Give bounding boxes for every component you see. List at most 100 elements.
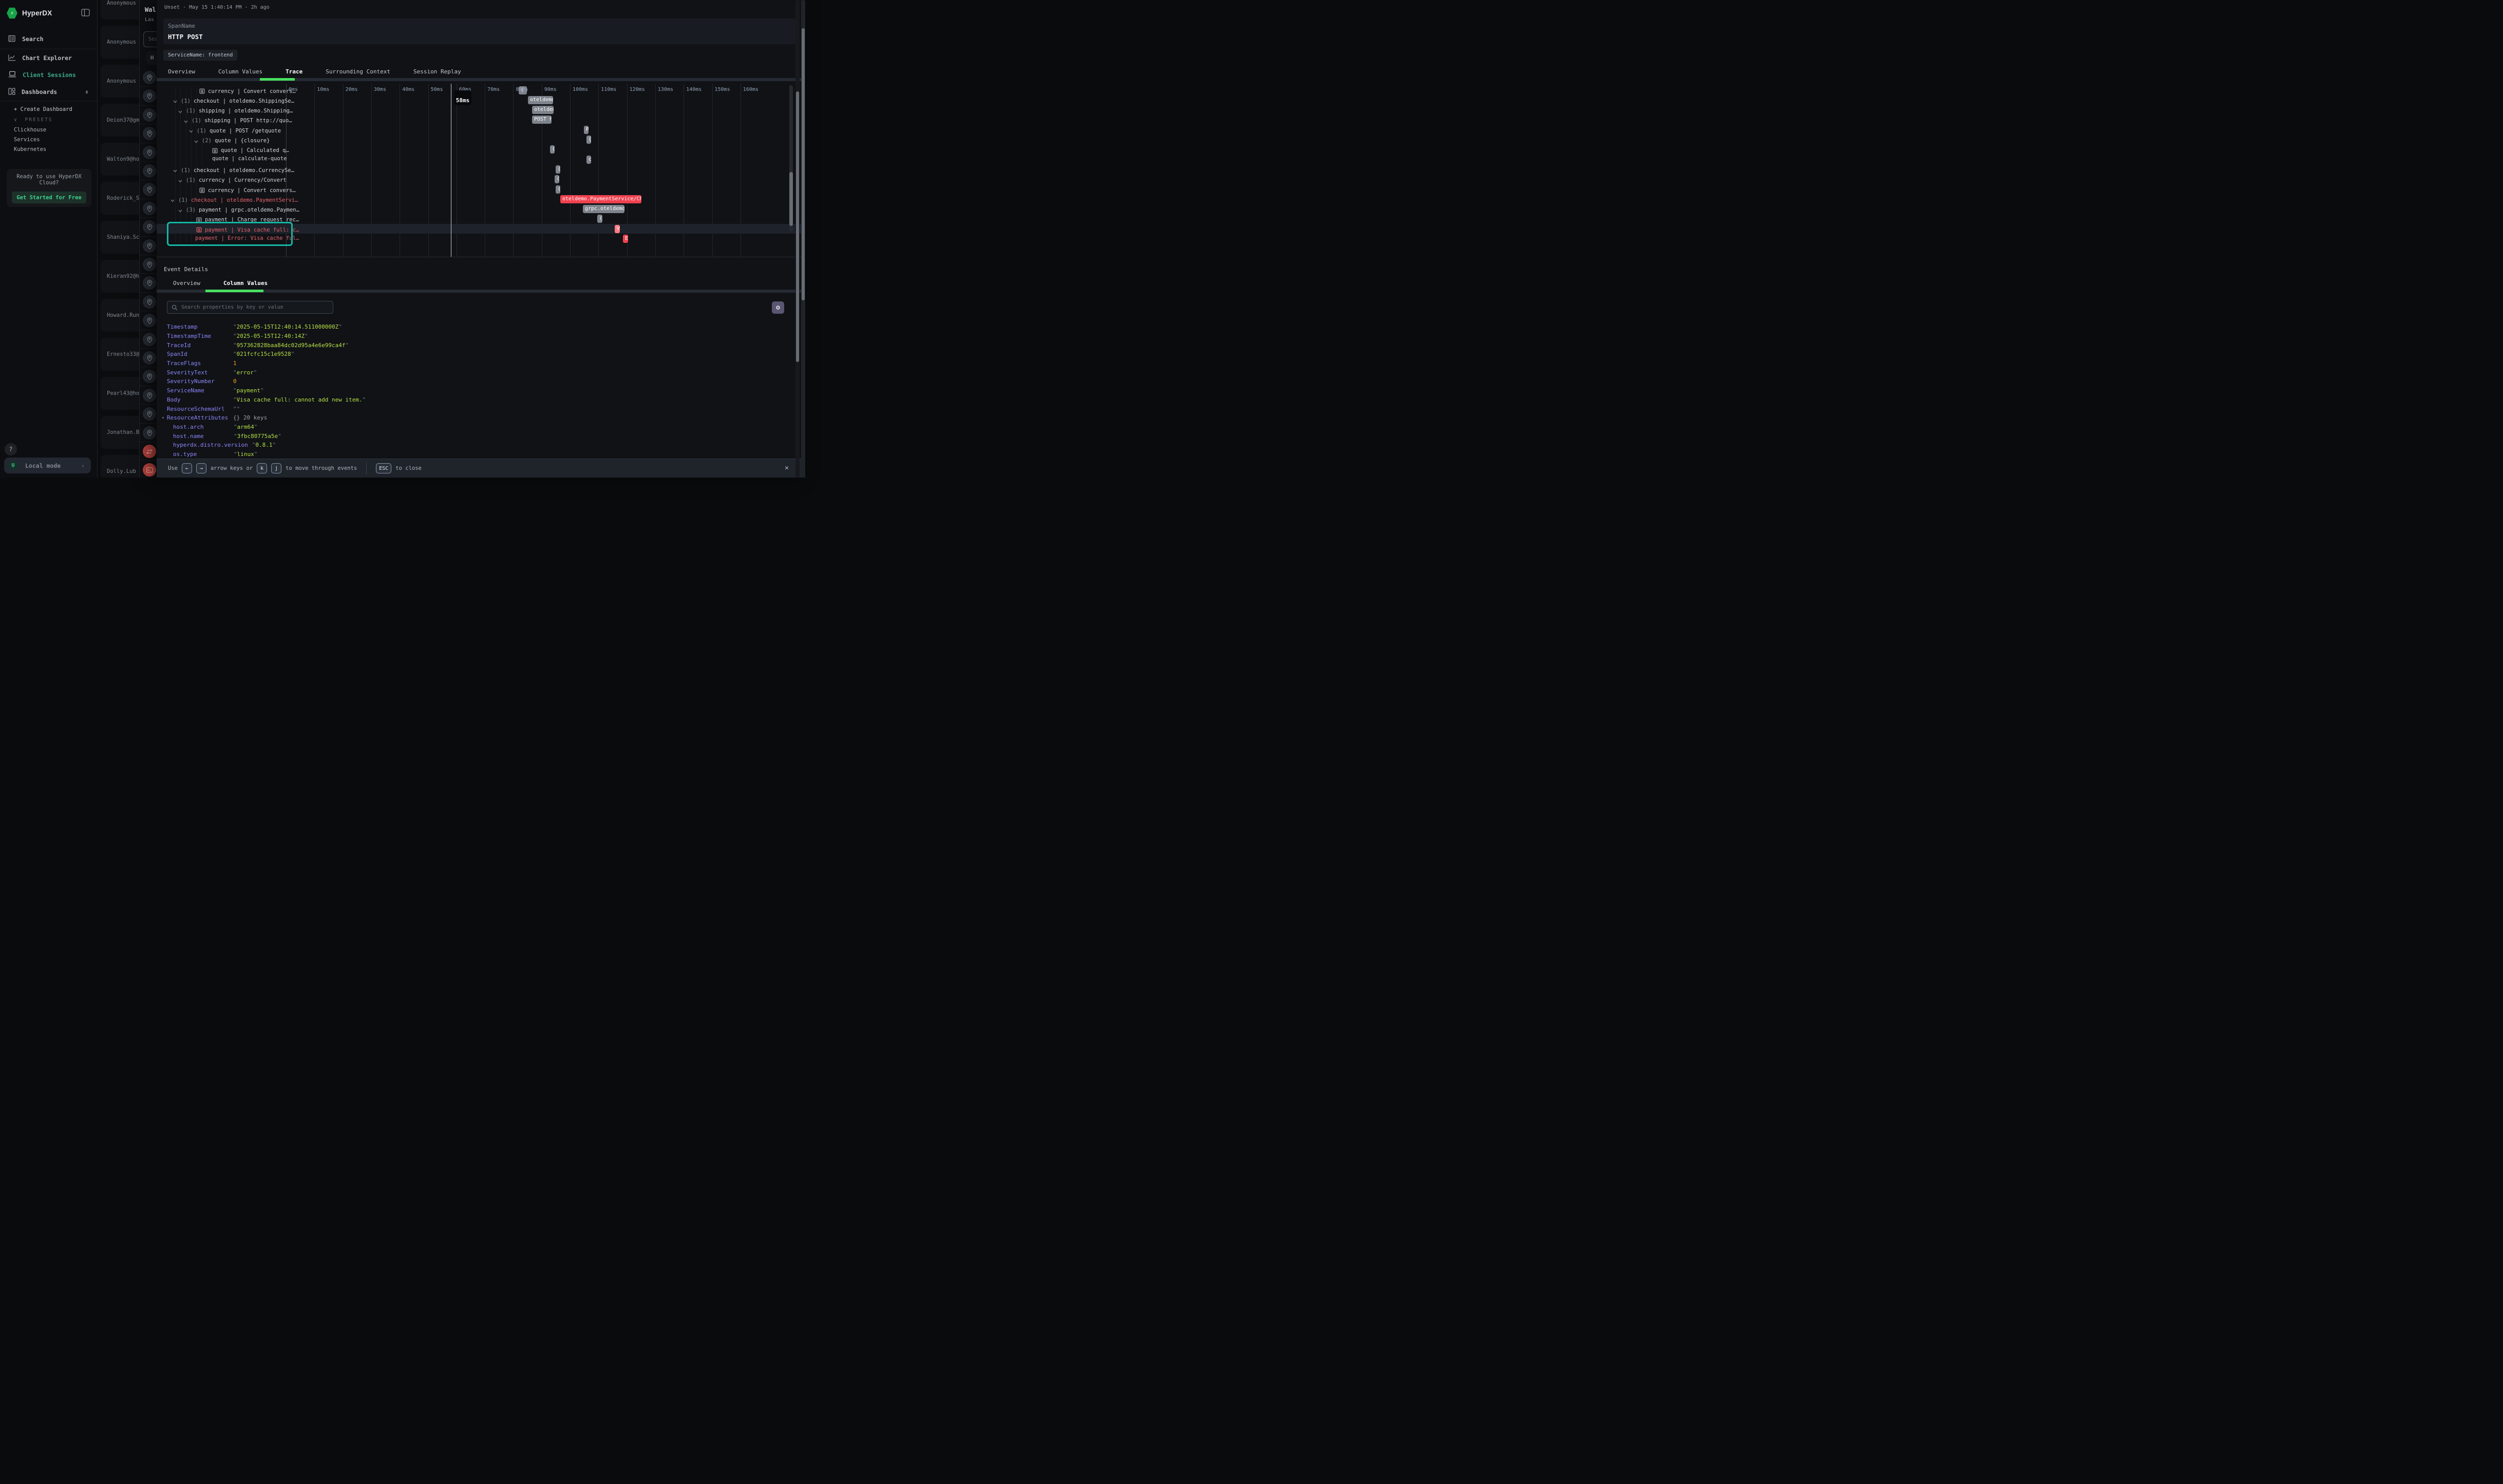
user-session-card[interactable]: Pearl43@ho bbox=[101, 377, 139, 410]
trace-span-row[interactable]: (1)shipping | POST http://quo…POST h bbox=[157, 115, 805, 125]
span-duration-bar[interactable]: c bbox=[586, 156, 591, 164]
trace-span-row[interactable]: (1)currency | Currency/Convert( bbox=[157, 175, 805, 184]
session-event-row[interactable] bbox=[140, 442, 157, 461]
tab-column-values[interactable]: Column Values bbox=[216, 67, 264, 76]
property-key[interactable]: ResourceSchemaUrl bbox=[167, 406, 233, 412]
trace-span-row[interactable]: (2)quote | {closure}{ bbox=[157, 135, 805, 145]
gear-icon[interactable]: ⚙ bbox=[772, 301, 784, 314]
app-logo[interactable]: ⚡ HyperDX bbox=[7, 7, 52, 19]
span-duration-bar[interactable]: ( bbox=[555, 175, 559, 183]
property-key[interactable]: TimestampTime bbox=[167, 333, 233, 339]
session-event-row[interactable] bbox=[140, 87, 157, 105]
property-key[interactable]: SeverityNumber bbox=[167, 378, 233, 385]
span-duration-bar[interactable]: V bbox=[615, 225, 620, 233]
caret-down-icon[interactable]: ▾ bbox=[162, 415, 164, 420]
property-key[interactable]: ResourceAttributes bbox=[167, 414, 233, 421]
property-value[interactable]: "arm64" bbox=[234, 424, 257, 430]
property-value[interactable]: "2025-05-15T12:40:14Z" bbox=[233, 333, 308, 339]
property-value[interactable]: 0 bbox=[233, 378, 237, 385]
create-dashboard-link[interactable]: + Create Dashboard bbox=[14, 106, 72, 112]
session-event-row[interactable] bbox=[140, 218, 157, 236]
session-event-row[interactable] bbox=[140, 330, 157, 349]
session-event-row[interactable] bbox=[140, 199, 157, 218]
presets-header[interactable]: ∨ PRESETS bbox=[14, 117, 53, 123]
sidebar-item-client-sessions[interactable]: Client Sessions bbox=[0, 68, 98, 82]
property-key[interactable]: hyperdx.distro.version bbox=[173, 442, 252, 448]
trace-span-row[interactable]: currency | Convert convers…( bbox=[157, 184, 805, 194]
span-duration-bar[interactable]: ( bbox=[597, 215, 602, 223]
session-event-row[interactable] bbox=[140, 274, 157, 292]
property-key[interactable]: Body bbox=[167, 396, 233, 403]
service-name-chip[interactable]: ServiceName: frontend bbox=[163, 50, 237, 61]
trace-span-row[interactable]: currency | Convert convers…( bbox=[157, 85, 805, 95]
user-session-card[interactable]: Anonymous bbox=[101, 0, 139, 20]
event-tab-overview[interactable]: Overview bbox=[171, 279, 202, 288]
session-event-row[interactable] bbox=[140, 162, 157, 180]
property-value[interactable]: "linux" bbox=[234, 451, 257, 458]
sidebar-item-search[interactable]: Search bbox=[0, 32, 98, 46]
chevron-down-icon[interactable] bbox=[183, 116, 188, 126]
chevron-down-icon[interactable] bbox=[173, 96, 178, 106]
user-session-card[interactable]: Roderick_S bbox=[101, 182, 139, 215]
trace-span-row[interactable]: (1)quote | POST /getquoteP bbox=[157, 125, 805, 135]
span-duration-bar[interactable]: grpc.oteldemo. bbox=[583, 205, 624, 213]
chevron-down-icon[interactable] bbox=[178, 205, 183, 215]
property-value[interactable]: "021fcfc15c1e9528" bbox=[233, 351, 294, 357]
user-session-card[interactable]: Howard.Run bbox=[101, 299, 139, 332]
preset-item-services[interactable]: Services bbox=[14, 137, 40, 143]
span-duration-bar[interactable]: P bbox=[584, 126, 589, 134]
session-event-row[interactable] bbox=[140, 349, 157, 367]
chevron-down-icon[interactable] bbox=[194, 136, 199, 146]
trace-span-row[interactable]: (1)checkout | oteldemo.ShippingSe…otelde… bbox=[157, 95, 805, 105]
session-event-row[interactable] bbox=[140, 386, 157, 405]
session-event-row[interactable] bbox=[140, 106, 157, 124]
property-key[interactable]: TraceFlags bbox=[167, 360, 233, 367]
property-value[interactable]: "payment" bbox=[233, 387, 264, 394]
property-value[interactable]: "957362828baa84dc02d95a4e6e99ca4f" bbox=[233, 342, 349, 349]
session-event-row[interactable] bbox=[140, 293, 157, 311]
close-icon[interactable]: ✕ bbox=[785, 464, 789, 472]
span-duration-bar[interactable]: ( bbox=[556, 185, 560, 194]
local-mode-menu[interactable]: U Local mode › bbox=[4, 458, 91, 473]
property-value[interactable]: "" bbox=[233, 406, 240, 412]
session-event-row[interactable] bbox=[140, 237, 157, 255]
session-filter-button[interactable]: H bbox=[146, 51, 157, 65]
user-session-card[interactable]: Deion37@gm bbox=[101, 104, 139, 137]
property-key[interactable]: ServiceName bbox=[167, 387, 233, 394]
span-duration-bar[interactable]: ( bbox=[556, 165, 560, 174]
session-event-row[interactable] bbox=[140, 68, 157, 87]
span-duration-bar[interactable]: oteldemo.PaymentService/Char bbox=[560, 195, 641, 203]
session-event-row[interactable] bbox=[140, 311, 157, 330]
user-session-card[interactable]: Shaniya.Sc bbox=[101, 221, 139, 254]
span-duration-bar[interactable]: ( bbox=[550, 145, 555, 154]
chevron-down-icon[interactable] bbox=[188, 126, 194, 136]
chevron-down-icon[interactable] bbox=[170, 195, 175, 205]
trace-span-row[interactable]: (3)payment | grpc.oteldemo.Paymen…grpc.o… bbox=[157, 204, 805, 214]
property-value[interactable]: {} 20 keys bbox=[233, 414, 267, 421]
property-value[interactable]: "Visa cache full: cannot add new item." bbox=[233, 396, 366, 403]
property-key[interactable]: SpanId bbox=[167, 351, 233, 357]
session-event-row[interactable] bbox=[140, 367, 157, 386]
session-event-row[interactable] bbox=[140, 124, 157, 143]
span-duration-bar[interactable]: oteldemo. bbox=[528, 96, 553, 104]
chevron-down-icon[interactable] bbox=[173, 165, 178, 175]
session-search-input[interactable]: Sea bbox=[143, 31, 157, 47]
span-duration-bar[interactable]: { bbox=[586, 136, 591, 144]
tab-session-replay[interactable]: Session Replay bbox=[411, 67, 463, 76]
property-key[interactable]: host.name bbox=[173, 433, 234, 440]
trace-span-row[interactable]: payment | Error: Visa cache ful…E bbox=[157, 234, 805, 244]
trace-span-row[interactable]: payment | Charge request rec…( bbox=[157, 214, 805, 224]
trace-span-row[interactable]: (1)checkout | oteldemo.PaymentServi…otel… bbox=[157, 194, 805, 204]
tab-surrounding-context[interactable]: Surrounding Context bbox=[324, 67, 392, 76]
sidebar-item-dashboards[interactable]: Dashboards∧ bbox=[0, 85, 98, 99]
session-event-row[interactable] bbox=[140, 461, 157, 478]
chevron-down-icon[interactable] bbox=[178, 176, 183, 185]
trace-span-row[interactable]: quote | Calculated q…( bbox=[157, 145, 805, 155]
session-event-row[interactable] bbox=[140, 405, 157, 423]
property-value[interactable]: "3fbc80775a5e" bbox=[234, 433, 281, 440]
property-value[interactable]: "2025-05-15T12:40:14.511000000Z" bbox=[233, 324, 342, 330]
preset-item-clickhouse[interactable]: Clickhouse bbox=[14, 127, 46, 133]
span-duration-bar[interactable]: POST h bbox=[532, 116, 552, 124]
get-started-button[interactable]: Get Started for Free bbox=[12, 192, 86, 203]
span-duration-bar[interactable]: oteldem bbox=[532, 106, 554, 114]
